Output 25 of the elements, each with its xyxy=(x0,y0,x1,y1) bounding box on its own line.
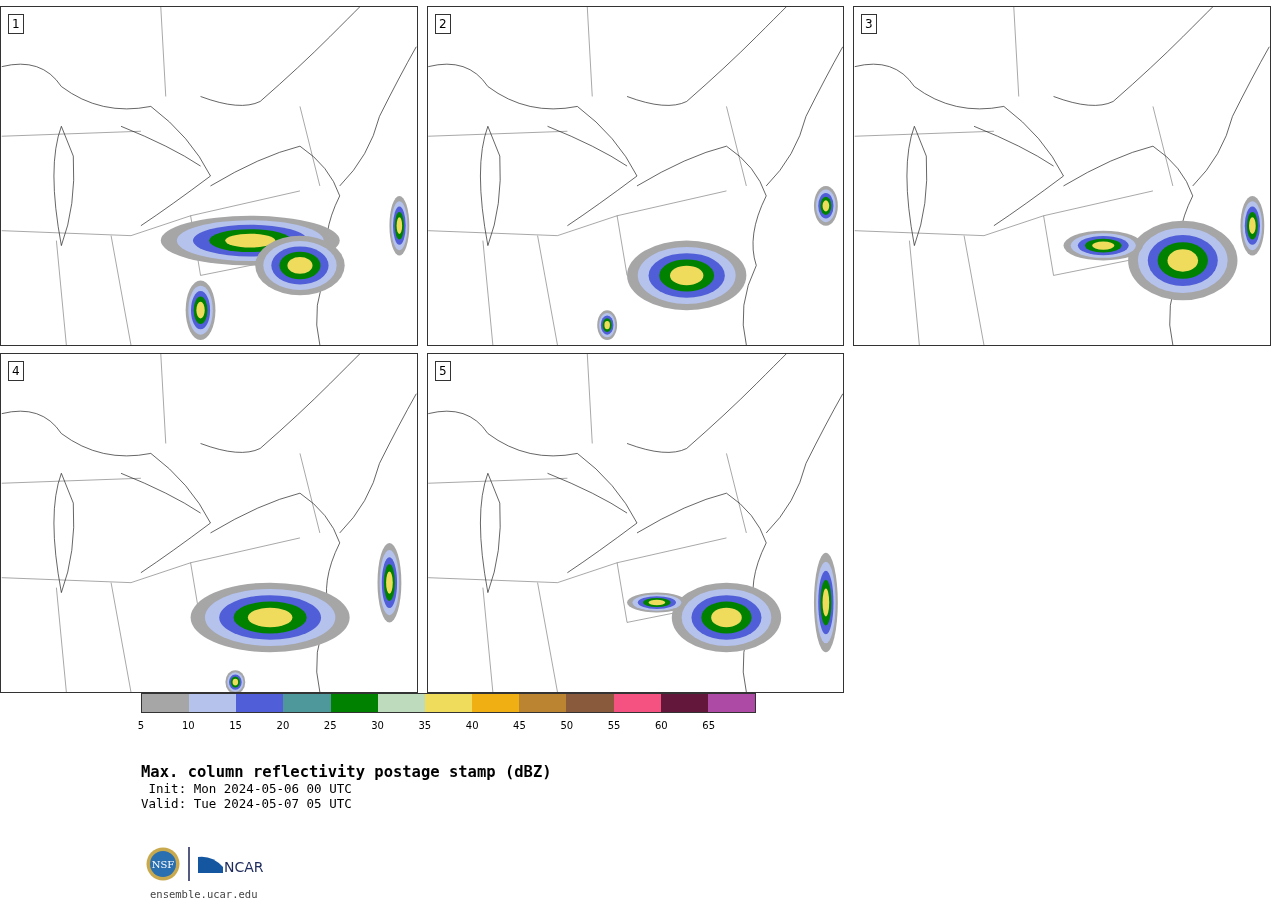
divider xyxy=(188,847,190,881)
panel-number: 3 xyxy=(861,14,877,34)
panel-number: 4 xyxy=(8,361,24,381)
tick-label: 55 xyxy=(607,719,621,733)
tick-label: 50 xyxy=(560,719,574,733)
chart-title: Max. column reflectivity postage stamp (dBZ) xyxy=(141,763,553,781)
tick-label: 40 xyxy=(465,719,479,733)
valid-time: Valid: Tue 2024-05-07 05 UTC xyxy=(141,796,353,811)
website-url: ensemble.ucar.edu xyxy=(150,887,259,902)
tick-label: 25 xyxy=(323,719,337,733)
tick-label: 10 xyxy=(181,719,195,733)
tick-label: 20 xyxy=(276,719,290,733)
tick-label: 30 xyxy=(371,719,384,733)
panel-number: 2 xyxy=(435,14,451,34)
tick-label: 60 xyxy=(655,719,668,733)
tick-label: 15 xyxy=(229,719,242,733)
tick-label: 5 xyxy=(137,719,145,733)
nsf-logo: NSF xyxy=(146,847,180,881)
tick-label: 65 xyxy=(702,719,716,733)
ncar-logo: NCAR xyxy=(198,853,272,875)
init-time: Init: Mon 2024-05-06 00 UTC xyxy=(147,781,353,796)
panel-number: 5 xyxy=(435,361,451,381)
tick-label: 35 xyxy=(418,719,432,733)
tick-label: 45 xyxy=(513,719,526,733)
panel-number: 1 xyxy=(8,14,24,34)
